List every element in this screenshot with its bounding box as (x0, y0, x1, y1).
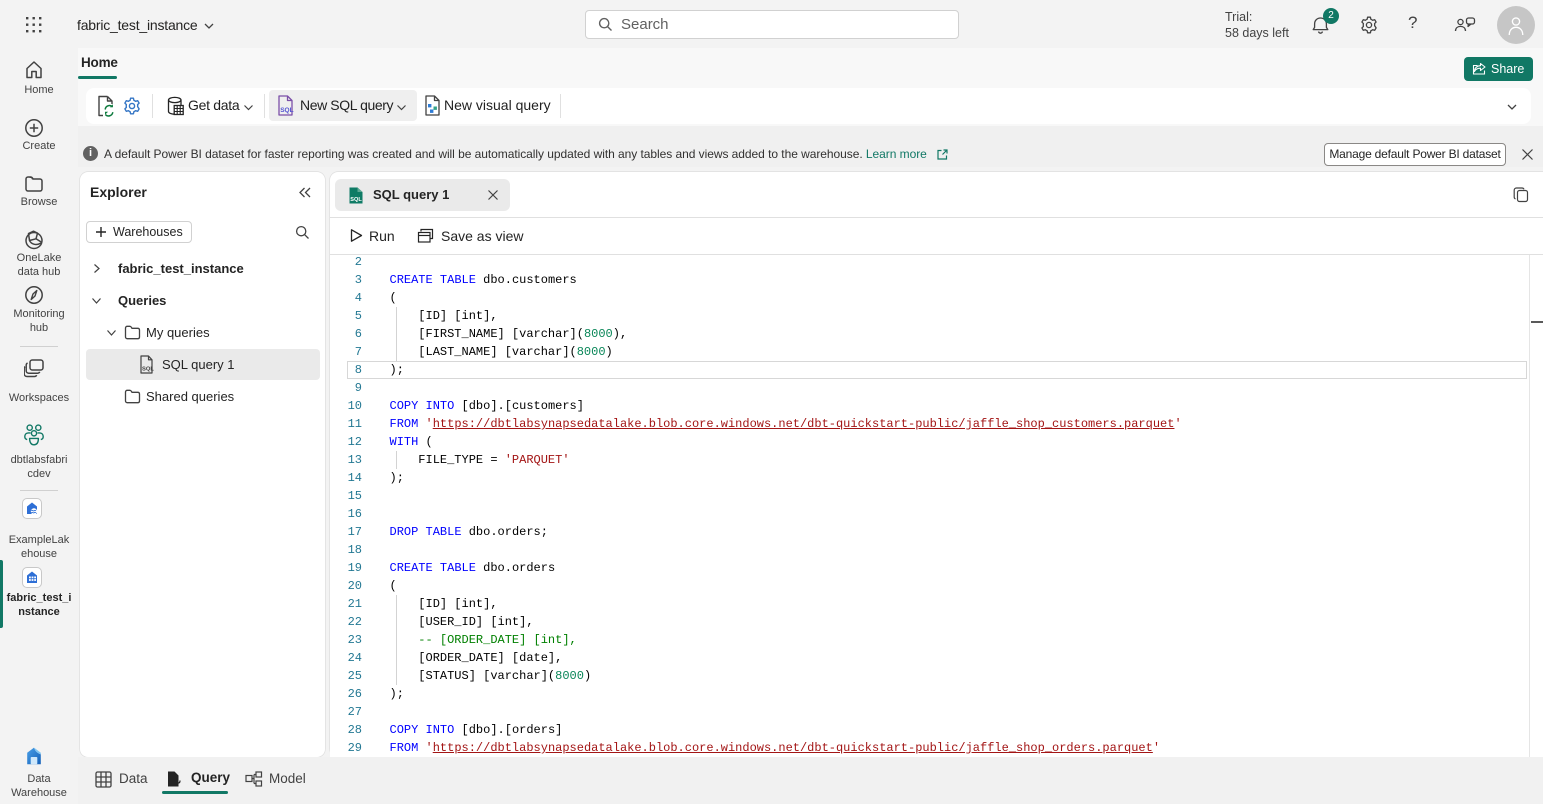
svg-text:SQL: SQL (280, 107, 293, 114)
svg-text:SQL: SQL (350, 197, 362, 203)
svg-text:SQL: SQL (142, 367, 154, 373)
